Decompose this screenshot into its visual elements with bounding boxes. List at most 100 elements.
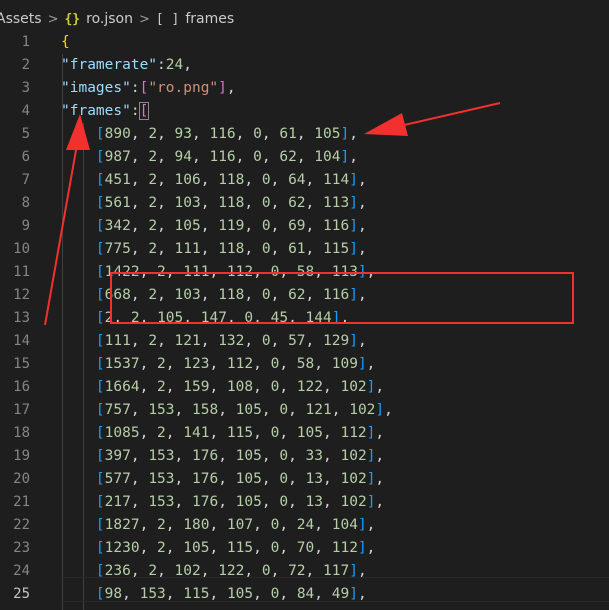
code-line[interactable]: 14 [111, 2, 121, 132, 0, 57, 129], [0, 330, 609, 353]
code-token: , [366, 540, 376, 556]
code-token: 62 [288, 195, 306, 211]
code-line[interactable]: 11 [1422, 2, 111, 112, 0, 58, 113], [0, 261, 609, 284]
code-token: 115 [183, 586, 210, 602]
code-text: [342, 2, 105, 119, 0, 69, 116], [61, 215, 367, 238]
breadcrumb-assets[interactable]: Assets [0, 11, 42, 27]
code-line[interactable]: 8 [561, 2, 103, 118, 0, 62, 113], [0, 192, 609, 215]
code-token: , [130, 126, 149, 142]
code-line[interactable]: 21 [217, 153, 176, 105, 0, 13, 102], [0, 491, 609, 514]
code-token: 115 [323, 241, 350, 257]
code-text: [890, 2, 93, 116, 0, 61, 105], [61, 123, 358, 146]
code-token: , [165, 540, 184, 556]
code-line[interactable]: 19 [397, 153, 176, 105, 0, 33, 102], [0, 445, 609, 468]
code-line[interactable]: 16 [1664, 2, 159, 108, 0, 122, 102], [0, 376, 609, 399]
code-token: , [305, 218, 324, 234]
code-token: , [200, 172, 219, 188]
breadcrumb-ro-json[interactable]: {} ro.json [64, 11, 133, 27]
code-token: 105 [296, 425, 323, 441]
code-line[interactable]: 1{ [0, 31, 609, 54]
code-text: [397, 153, 176, 105, 0, 33, 102], [61, 445, 384, 468]
code-token: , [157, 333, 175, 349]
code-token: , [113, 310, 131, 326]
code-token: 144 [305, 310, 332, 326]
code-line[interactable]: 5 [890, 2, 93, 116, 0, 61, 105], [0, 123, 609, 146]
code-token: [ [61, 586, 105, 602]
code-token: , [253, 379, 271, 395]
code-token: 0 [253, 149, 262, 165]
code-token: 0 [253, 126, 262, 142]
line-number: 17 [13, 402, 30, 418]
code-line[interactable]: 10 [775, 2, 111, 118, 0, 61, 115], [0, 238, 609, 261]
code-token: , [270, 563, 289, 579]
code-token: 102 [340, 494, 367, 510]
code-line[interactable]: 25 [98, 153, 115, 105, 0, 84, 49], [0, 583, 609, 606]
code-editor[interactable]: 1{2 "framerate":24, 3 "images":["ro.png"], 4… [0, 31, 609, 610]
code-token: 342 [104, 218, 131, 234]
code-line[interactable]: 17 [757, 153, 158, 105, 0, 121, 102], [0, 399, 609, 422]
code-token: 577 [104, 471, 131, 487]
code-token: , [209, 540, 227, 556]
code-token: [ [61, 218, 105, 234]
code-token: , [130, 333, 149, 349]
code-token: : [130, 80, 140, 96]
code-token: , [130, 241, 149, 257]
code-line[interactable]: 15 [1537, 2, 123, 112, 0, 58, 109], [0, 353, 609, 376]
line-number: 11 [13, 264, 30, 280]
code-token: 111 [104, 333, 131, 349]
code-token: 118 [218, 195, 245, 211]
code-line[interactable]: 23 [1230, 2, 105, 115, 0, 70, 112], [0, 537, 609, 560]
code-line[interactable]: 4 "frames":[ [0, 100, 609, 123]
code-line[interactable]: 22 [1827, 2, 180, 107, 0, 24, 104], [0, 514, 609, 537]
code-token: [ [138, 102, 150, 120]
code-token: ] [357, 540, 367, 556]
code-token: , [130, 563, 149, 579]
code-text: [1230, 2, 105, 115, 0, 70, 112], [61, 537, 376, 560]
code-text: [757, 153, 158, 105, 0, 121, 102], [61, 399, 393, 422]
code-token: 116 [209, 149, 236, 165]
code-token: , [226, 80, 236, 96]
code-token: , [157, 241, 175, 257]
breadcrumb-frames-label: frames [185, 11, 235, 27]
code-token: , [288, 494, 306, 510]
line-number: 14 [13, 333, 30, 349]
line-number: 8 [21, 195, 30, 211]
code-line[interactable]: 18 [1085, 2, 141, 115, 0, 105, 112], [0, 422, 609, 445]
code-token: 49 [331, 586, 350, 602]
code-line[interactable]: 20 [577, 153, 176, 105, 0, 13, 102], [0, 468, 609, 491]
code-token: 132 [218, 333, 245, 349]
code-token: , [218, 471, 236, 487]
code-line[interactable]: 2 "framerate":24, [0, 54, 609, 77]
code-token: , [183, 57, 192, 73]
code-line[interactable]: 7 [451, 2, 106, 118, 0, 64, 114], [0, 169, 609, 192]
code-token: 112 [331, 540, 358, 556]
code-token: 93 [174, 126, 192, 142]
code-token: 121 [174, 333, 201, 349]
code-token: 111 [174, 241, 201, 257]
code-line[interactable]: 12 [668, 2, 103, 118, 0, 62, 116], [0, 284, 609, 307]
code-line[interactable]: 13 [2, 2, 105, 147, 0, 45, 144], [0, 307, 609, 330]
code-token: 2 [148, 287, 158, 303]
code-token: , [200, 195, 219, 211]
code-token: , [244, 195, 262, 211]
code-line[interactable]: 26 [1958, 153, 132, 103, 0, 97, 52], [0, 606, 609, 610]
code-token: , [157, 126, 175, 142]
code-token: , [130, 471, 149, 487]
breadcrumb-frames[interactable]: [ ] frames [156, 11, 234, 27]
code-token: , [305, 563, 324, 579]
code-token: 61 [288, 241, 306, 257]
code-token: , [130, 494, 149, 510]
code-token: , [183, 310, 201, 326]
code-token: , [270, 218, 289, 234]
code-line[interactable]: 24 [236, 2, 102, 122, 0, 72, 117], [0, 560, 609, 583]
code-token: , [366, 356, 376, 372]
code-token: 62 [288, 287, 306, 303]
code-token: 106 [174, 172, 201, 188]
code-token: , [174, 448, 192, 464]
code-line[interactable]: 9 [342, 2, 105, 119, 0, 69, 116], [0, 215, 609, 238]
code-token: , [244, 172, 262, 188]
code-text: [561, 2, 103, 118, 0, 62, 113], [61, 192, 367, 215]
code-line[interactable]: 6 [987, 2, 94, 116, 0, 62, 104], [0, 146, 609, 169]
code-token: 118 [218, 172, 245, 188]
code-line[interactable]: 3 "images":["ro.png"], [0, 77, 609, 100]
code-token: , [279, 425, 297, 441]
